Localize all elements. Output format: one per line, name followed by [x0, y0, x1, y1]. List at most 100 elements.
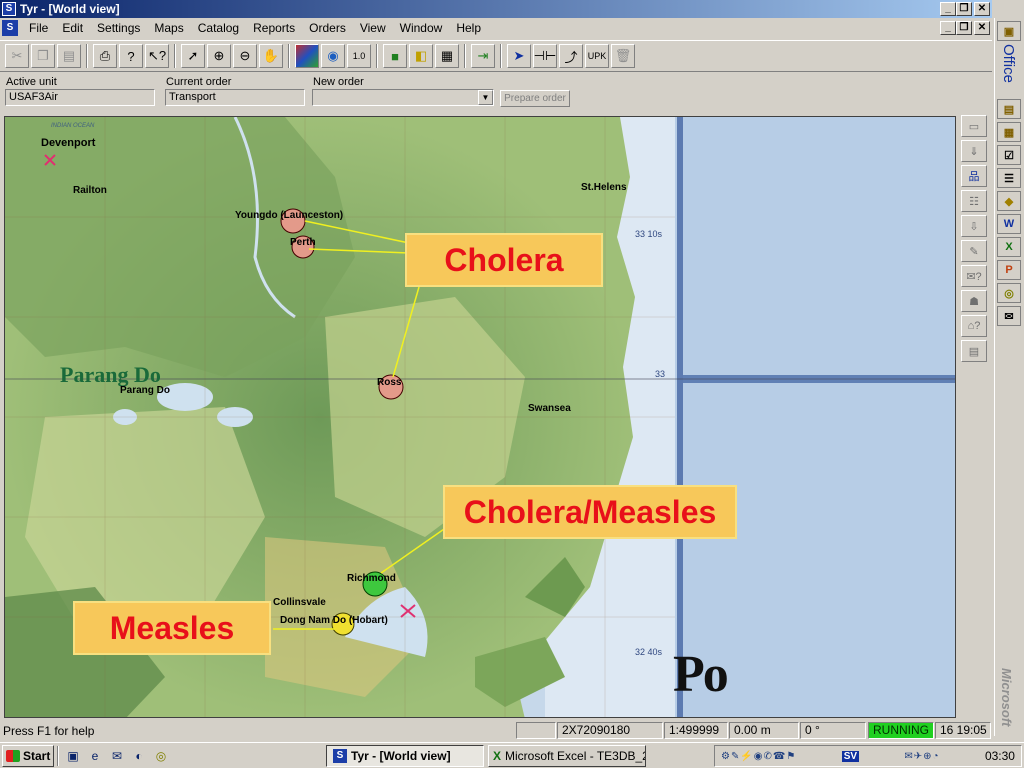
unit-list-icon[interactable]: ☷ [961, 190, 987, 212]
print-icon[interactable]: ⎙ [93, 44, 117, 68]
grid-icon[interactable]: ▦ [435, 44, 459, 68]
paste-icon[interactable]: ▤ [57, 44, 81, 68]
help-icon[interactable]: ? [119, 44, 143, 68]
chevron-down-icon[interactable]: ▼ [478, 90, 493, 105]
new-order-select[interactable] [312, 89, 494, 106]
schedule-icon[interactable]: ◎ [997, 283, 1021, 303]
place-swansea[interactable]: Swansea [528, 403, 571, 414]
move-unit-icon[interactable]: ➤ [507, 44, 531, 68]
task-excel[interactable]: X Microsoft Excel - TE3DB_2a [488, 744, 646, 767]
menu-catalog[interactable]: Catalog [191, 21, 246, 35]
menu-settings[interactable]: Settings [90, 21, 147, 35]
doc-close-button[interactable]: ✕ [974, 21, 990, 35]
menu-edit[interactable]: Edit [55, 21, 90, 35]
current-order-field[interactable]: Transport [165, 89, 305, 106]
pan-hand-icon[interactable]: ✋ [259, 44, 283, 68]
pointer-icon[interactable]: ➚ [181, 44, 205, 68]
channels-icon[interactable]: ◐ [130, 747, 148, 765]
export-icon[interactable]: ⇥ [471, 44, 495, 68]
start-label: Start [23, 748, 51, 763]
unit-cube-icon[interactable]: ■ [383, 44, 407, 68]
app-shortcut-icon[interactable]: ◎ [152, 747, 170, 765]
doc-restore-button[interactable]: ❐ [956, 21, 972, 35]
context-help-icon[interactable]: ↖? [145, 44, 169, 68]
menu-file[interactable]: File [22, 21, 55, 35]
start-button[interactable]: Start [2, 744, 54, 767]
restore-button[interactable]: ❐ [956, 2, 972, 16]
place-ross[interactable]: Ross [377, 377, 401, 388]
download-icon[interactable]: ⇓ [961, 140, 987, 162]
person-icon[interactable]: ☗ [961, 290, 987, 312]
keyboard-icon[interactable]: ▭ [961, 115, 987, 137]
ie-icon[interactable]: e [86, 747, 104, 765]
mail-icon[interactable]: ✉ [997, 306, 1021, 326]
minimize-button[interactable]: _ [940, 2, 956, 16]
pencil-icon[interactable]: ✎ [961, 240, 987, 262]
doc-minimize-button[interactable]: _ [940, 21, 956, 35]
place-dong-nam-do[interactable]: Dong Nam Do (Hobart) [280, 615, 388, 626]
grid-label-north: 33 10s [635, 229, 663, 239]
place-devenport[interactable]: Devenport [41, 137, 95, 149]
menu-view[interactable]: View [353, 21, 393, 35]
map-layers-icon[interactable] [295, 44, 319, 68]
org-chart-icon[interactable]: 品 [961, 165, 987, 187]
tray-sv-icon[interactable]: SV [841, 750, 860, 762]
menu-reports[interactable]: Reports [246, 21, 302, 35]
office-menu-icon[interactable]: ▣ [997, 21, 1021, 41]
menu-orders[interactable]: Orders [302, 21, 353, 35]
mail-query-icon[interactable]: ✉? [961, 265, 987, 287]
note-icon[interactable]: ◆ [997, 191, 1021, 211]
ocean-label: INDIAN OCEAN [51, 123, 95, 129]
drop-icon[interactable]: ⇩ [961, 215, 987, 237]
place-collinsvale[interactable]: Collinsvale [273, 597, 326, 608]
task-tyr-world-view[interactable]: S Tyr - [World view] [326, 744, 484, 767]
menu-bar: S File Edit Settings Maps Catalog Report… [0, 18, 992, 38]
report-icon[interactable]: ▤ [961, 340, 987, 362]
place-st-helens[interactable]: St.Helens [581, 182, 627, 193]
microsoft-brand: Microsoft [999, 667, 1014, 727]
open-document-icon[interactable]: ▦ [997, 122, 1021, 142]
menu-maps[interactable]: Maps [147, 21, 190, 35]
close-button[interactable]: ✕ [974, 2, 990, 16]
globe-icon[interactable]: ◉ [321, 44, 345, 68]
desktop-icon[interactable]: ▣ [64, 747, 82, 765]
status-elevation: 0.00 m [729, 722, 799, 739]
trash-icon[interactable]: 🗑 [611, 44, 635, 68]
place-perth[interactable]: Perth [290, 237, 316, 248]
scale-icon[interactable]: 1.0 [347, 44, 371, 68]
contact-icon[interactable]: ☰ [997, 168, 1021, 188]
place-richmond[interactable]: Richmond [347, 573, 396, 584]
callout-cholera-measles: Cholera/Measles [443, 485, 737, 539]
callout-measles: Measles [73, 601, 271, 655]
active-unit-field[interactable]: USAF3Air [5, 89, 155, 106]
task-icon[interactable]: ☑ [997, 145, 1021, 165]
status-panel-blank [516, 722, 556, 739]
menu-help[interactable]: Help [449, 21, 488, 35]
map-view[interactable]: INDIAN OCEAN Devenport Railton Youngdo (… [4, 116, 956, 718]
app-icon[interactable]: S [2, 2, 16, 16]
cut-icon[interactable]: ✂ [5, 44, 29, 68]
home-query-icon[interactable]: ⌂? [961, 315, 987, 337]
place-youngdo[interactable]: Youngdo (Launceston) [235, 210, 343, 221]
upk-icon[interactable]: UPK [585, 44, 609, 68]
document-icon[interactable]: S [2, 20, 18, 36]
menu-window[interactable]: Window [393, 21, 450, 35]
copy-icon[interactable]: ❐ [31, 44, 55, 68]
prepare-order-button[interactable]: Prepare order [500, 90, 570, 107]
word-icon[interactable]: W [997, 214, 1021, 234]
new-document-icon[interactable]: ▤ [997, 99, 1021, 119]
tray-icons[interactable]: ⚙✎⚡◉✆☎⚑ [721, 751, 796, 762]
jump-icon[interactable]: ⤴ [559, 44, 583, 68]
place-railton[interactable]: Railton [73, 185, 107, 196]
zoom-in-icon[interactable]: ⊕ [207, 44, 231, 68]
place-parang-do[interactable]: Parang Do [120, 385, 170, 396]
link-icon[interactable]: ⊣⊢ [533, 44, 557, 68]
tray-icons-right[interactable]: ✉✈⊕◔ [904, 751, 939, 762]
excel-icon[interactable]: X [997, 237, 1021, 257]
outlook-icon[interactable]: ✉ [108, 747, 126, 765]
task-tyr-label: Tyr - [World view] [351, 748, 451, 763]
zoom-out-icon[interactable]: ⊖ [233, 44, 257, 68]
callout-cholera: Cholera [405, 233, 603, 287]
overlay-icon[interactable]: ◧ [409, 44, 433, 68]
powerpoint-icon[interactable]: P [997, 260, 1021, 280]
